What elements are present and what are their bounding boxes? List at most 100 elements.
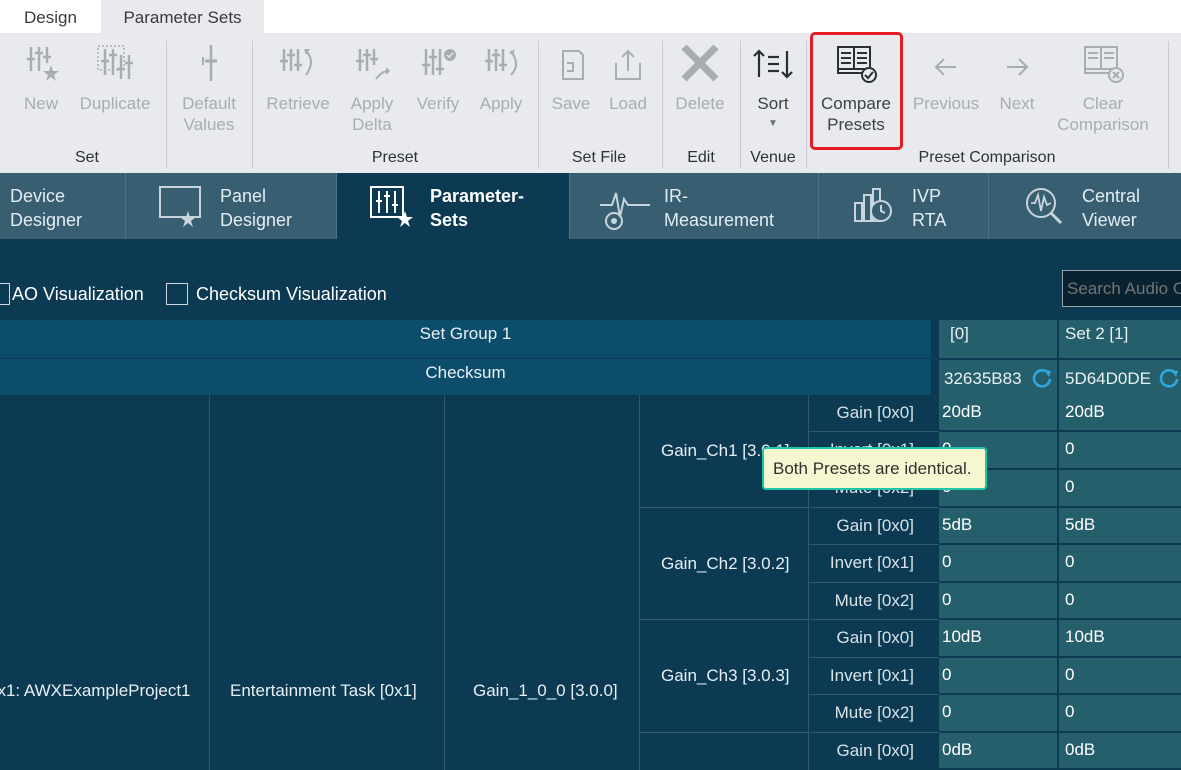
clear-comparison-label: Clear Comparison: [1050, 93, 1156, 135]
value-cell[interactable]: 5dB: [1059, 508, 1181, 545]
channel-label[interactable]: Gain_Ch3 [3.0.3]: [661, 666, 790, 686]
checksum-value-1: 5D64D0DE: [1065, 369, 1151, 388]
checksum-row-header: Checksum: [0, 359, 931, 395]
group-separator: [662, 41, 663, 169]
previous-button[interactable]: Previous: [906, 41, 986, 114]
menu-tab-parameter-sets[interactable]: Parameter Sets: [101, 0, 264, 33]
value-cell[interactable]: 0: [1059, 470, 1181, 508]
apply-button[interactable]: Apply: [474, 41, 528, 114]
tree-column-task: Entertainment Task [0x1]: [210, 395, 445, 770]
value-cell[interactable]: 20dB: [939, 395, 1059, 432]
ir-measurement-icon: [600, 192, 650, 230]
value-cell[interactable]: 0: [1059, 695, 1181, 733]
value-cell[interactable]: 0dB: [1059, 733, 1181, 770]
parameter-sets-icon: [370, 186, 413, 227]
channel-cell-3: Gain_Ch3 [3.0.3]: [640, 620, 809, 733]
save-button[interactable]: Save: [546, 41, 596, 114]
tab-ir-measurement-label: IR- Measurement: [664, 184, 774, 232]
value-cell[interactable]: 0: [1059, 545, 1181, 583]
value-cell[interactable]: 0: [1059, 583, 1181, 620]
tab-line1: Panel: [220, 186, 267, 206]
tab-line2: Designer: [10, 210, 83, 230]
panel-designer-icon: [159, 186, 201, 227]
default-values-button[interactable]: Default Values: [176, 41, 242, 135]
channel-cell-4: [640, 733, 809, 770]
preset-column-header-1[interactable]: Set 2 [1]: [1059, 320, 1181, 358]
duplicate-icon: [97, 45, 133, 79]
tab-ir-measurement[interactable]: IR- Measurement: [570, 173, 819, 239]
delete-icon: [681, 44, 719, 82]
default-values-line2: Values: [183, 115, 235, 134]
tab-ivp-rta[interactable]: IVP RTA: [819, 173, 989, 239]
sort-dropdown-caret-icon[interactable]: ▼: [746, 118, 800, 129]
value-cell[interactable]: 0: [1059, 658, 1181, 695]
ao-visualization-label: AO Visualization: [12, 284, 144, 304]
group-separator: [166, 41, 167, 169]
value-cell[interactable]: 10dB: [1059, 620, 1181, 658]
set-group-header: Set Group 1: [0, 320, 931, 358]
param-label: Mute [0x2]: [809, 695, 939, 733]
group-separator: [538, 41, 539, 169]
apply-delta-button[interactable]: Apply Delta: [344, 41, 400, 135]
sort-button[interactable]: Sort ▼: [746, 41, 800, 129]
clear-comparison-button[interactable]: Clear Comparison: [1050, 41, 1156, 135]
param-label: Gain [0x0]: [809, 508, 939, 545]
tab-line2: Viewer: [1082, 210, 1137, 230]
refresh-checksum-icon[interactable]: [1158, 367, 1180, 389]
save-label: Save: [551, 94, 591, 113]
value-cell[interactable]: 0: [939, 545, 1059, 583]
tab-line1: IVP: [912, 186, 942, 206]
refresh-checksum-icon[interactable]: [1031, 367, 1053, 389]
load-label: Load: [609, 94, 647, 113]
object-node-label[interactable]: Gain_1_0_0 [3.0.0]: [473, 681, 618, 701]
next-button[interactable]: Next: [992, 41, 1042, 114]
group-label-set-file: Set File: [571, 149, 627, 166]
verify-label: Verify: [416, 94, 460, 113]
apply-label: Apply: [479, 94, 523, 113]
task-node-label[interactable]: Entertainment Task [0x1]: [230, 681, 417, 701]
tab-line1: IR-: [664, 186, 688, 206]
channel-label[interactable]: Gain_Ch2 [3.0.2]: [661, 554, 790, 574]
retrieve-button[interactable]: Retrieve: [262, 41, 334, 114]
value-cell[interactable]: 20dB: [1059, 395, 1181, 432]
value-cell[interactable]: 0: [939, 695, 1059, 733]
tab-line1: Device: [10, 186, 66, 206]
menu-tab-design[interactable]: Design: [0, 0, 101, 33]
value-cell[interactable]: 0: [1059, 432, 1181, 470]
group-label-edit: Edit: [687, 149, 715, 166]
value-cell[interactable]: 0: [939, 658, 1059, 695]
preset-column-header-0[interactable]: [0]: [939, 320, 1059, 358]
tab-central-viewer[interactable]: Central Viewer: [989, 173, 1181, 239]
next-label: Next: [999, 94, 1035, 113]
checksum-visualization-checkbox[interactable]: [166, 283, 188, 305]
param-label: Gain [0x0]: [836, 741, 915, 760]
default-values-line1: Default: [182, 94, 236, 113]
value-cell[interactable]: 0: [939, 583, 1059, 620]
group-separator: [806, 41, 807, 169]
tab-panel-designer-label: Panel Designer: [220, 184, 292, 232]
load-button[interactable]: Load: [604, 41, 652, 114]
delete-button[interactable]: Delete: [670, 41, 730, 114]
value-cell[interactable]: 5dB: [939, 508, 1059, 545]
project-node-label[interactable]: 0x1: AWXExampleProject1: [0, 681, 191, 701]
delete-label: Delete: [675, 94, 725, 113]
search-audio-objects-input[interactable]: [1062, 270, 1181, 307]
tab-panel-designer[interactable]: Panel Designer: [126, 173, 337, 239]
ao-visualization-checkbox[interactable]: [0, 283, 10, 305]
group-label-set: Set: [74, 149, 99, 166]
central-viewer-icon: [1026, 188, 1063, 225]
new-button[interactable]: New: [14, 41, 68, 114]
param-label: Gain [0x0]: [809, 620, 939, 658]
identical-presets-tooltip: Both Presets are identical.: [762, 447, 987, 490]
apply-delta-icon: [356, 49, 390, 80]
checksum-value-0: 32635B83: [944, 369, 1022, 388]
tab-parameter-sets-label: Parameter- Sets: [430, 184, 524, 232]
value-cell[interactable]: 0dB: [939, 733, 1059, 770]
menu-bar: Design Parameter Sets: [0, 0, 1181, 33]
duplicate-button[interactable]: Duplicate: [76, 41, 154, 114]
tab-device-designer[interactable]: Device Designer: [0, 173, 126, 239]
retrieve-icon: [280, 49, 312, 76]
value-cell[interactable]: 10dB: [939, 620, 1059, 658]
tab-parameter-sets[interactable]: Parameter- Sets: [337, 173, 570, 239]
verify-button[interactable]: Verify: [410, 41, 466, 114]
